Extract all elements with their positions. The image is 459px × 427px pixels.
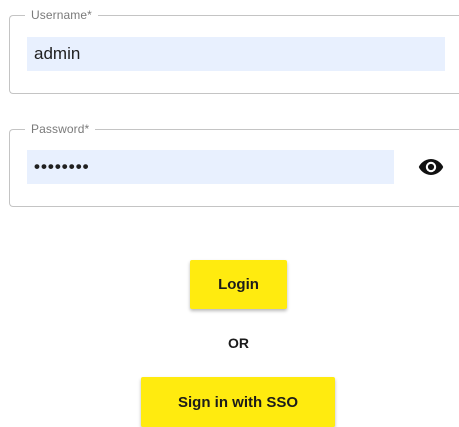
or-separator: OR xyxy=(228,335,249,351)
eye-icon[interactable] xyxy=(418,154,444,180)
password-field: Password* xyxy=(9,121,459,207)
username-input[interactable] xyxy=(27,37,445,71)
username-field: Username* xyxy=(9,7,459,94)
password-label: Password* xyxy=(25,121,96,137)
login-button[interactable]: Login xyxy=(190,260,287,309)
username-label: Username* xyxy=(25,7,98,23)
password-input[interactable] xyxy=(27,150,394,184)
sso-button[interactable]: Sign in with SSO xyxy=(141,377,335,427)
